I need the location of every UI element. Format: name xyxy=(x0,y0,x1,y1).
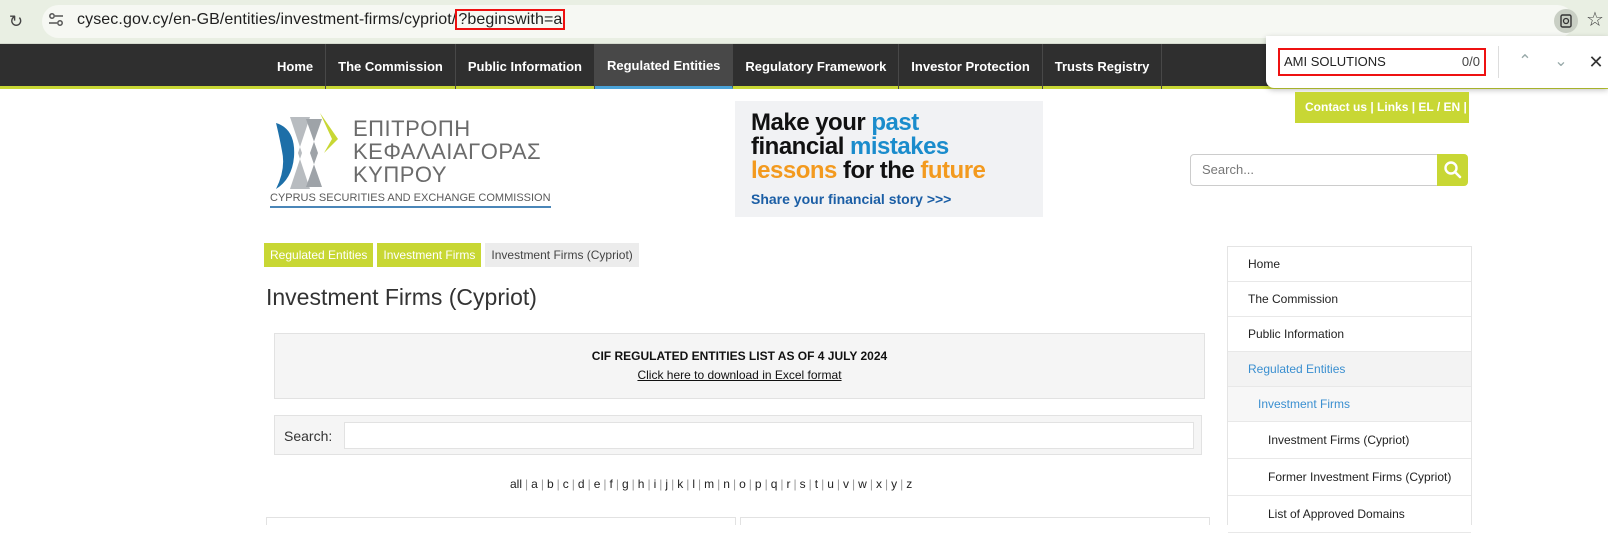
banner-line-3: lessons for the future xyxy=(751,157,986,184)
url-text[interactable]: cysec.gov.cy/en-GB/entities/investment-f… xyxy=(77,9,566,30)
sidebar-item-home[interactable]: Home xyxy=(1228,247,1471,282)
sidebar-item-investment-firms-cypriot[interactable]: Investment Firms (Cypriot) xyxy=(1228,422,1471,459)
alpha-link[interactable]: u xyxy=(827,477,834,491)
alpha-link[interactable]: g xyxy=(622,477,629,491)
contact-links[interactable]: Contact us | Links | EL / EN | xyxy=(1295,92,1469,123)
find-match-count: 0/0 xyxy=(1461,54,1480,69)
close-icon[interactable]: ✕ xyxy=(1584,50,1608,74)
excel-download-link[interactable]: Click here to download in Excel format xyxy=(637,368,841,382)
alpha-link[interactable]: z xyxy=(906,477,912,491)
financial-story-banner[interactable]: Make your past financial mistakes lesson… xyxy=(735,101,1043,217)
page-title: Investment Firms (Cypriot) xyxy=(266,284,537,310)
breadcrumb-current: Investment Firms (Cypriot) xyxy=(485,243,639,267)
find-next-icon[interactable]: ⌄ xyxy=(1549,50,1573,74)
table-search-input[interactable] xyxy=(344,422,1194,449)
find-input[interactable]: AMI SOLUTIONS 0/0 xyxy=(1278,48,1486,76)
banner-line-2: financial mistakes xyxy=(751,133,949,160)
find-query: AMI SOLUTIONS xyxy=(1284,54,1386,69)
alpha-link[interactable]: w xyxy=(858,477,867,491)
search-icon xyxy=(1444,161,1462,179)
alpha-link[interactable]: c xyxy=(563,477,569,491)
find-previous-icon[interactable]: ⌃ xyxy=(1513,50,1537,74)
logo-greek-text: ΕΠΙΤΡΟΠΗ ΚΕΦΑΛΑΙΑΓΟΡΑΣ ΚΥΠΡΟΥ xyxy=(353,116,542,187)
banner-line-1: Make your past xyxy=(751,109,919,136)
alpha-link[interactable]: s xyxy=(800,477,806,491)
main-nav: Home The Commission Public Information R… xyxy=(265,44,1163,89)
alpha-link[interactable]: n xyxy=(723,477,730,491)
breadcrumb: Regulated Entities Investment Firms Inve… xyxy=(264,243,639,267)
cif-list-title: CIF REGULATED ENTITIES LIST AS OF 4 JULY… xyxy=(591,349,888,363)
alpha-link-all[interactable]: all xyxy=(510,477,522,491)
table-search-label: Search: xyxy=(284,428,333,444)
nav-regulated-entities[interactable]: Regulated Entities xyxy=(595,44,734,89)
cysec-emblem-icon xyxy=(276,113,338,189)
sidebar-item-investment-firms[interactable]: Investment Firms xyxy=(1228,387,1471,422)
alphabet-filter: all | a | b | c | d | e | f | g | h | i | j | k | l | m | n | o | p | q | r |… xyxy=(510,477,913,491)
bookmark-star-icon[interactable]: ☆ xyxy=(1586,8,1604,32)
results-column-right xyxy=(740,517,1210,525)
reload-icon[interactable]: ↻ xyxy=(5,11,27,33)
alpha-link[interactable]: r xyxy=(787,477,791,491)
cysec-logo[interactable]: ΕΠΙΤΡΟΠΗ ΚΕΦΑΛΑΙΑΓΟΡΑΣ ΚΥΠΡΟΥ CYPRUS SEC… xyxy=(268,109,551,209)
alpha-link[interactable]: d xyxy=(578,477,585,491)
nav-trusts-registry[interactable]: Trusts Registry xyxy=(1043,44,1163,89)
alpha-link[interactable]: m xyxy=(704,477,714,491)
alpha-link[interactable]: p xyxy=(755,477,762,491)
sidebar-item-public-information[interactable]: Public Information xyxy=(1228,317,1471,352)
banner-cta: Share your financial story >>> xyxy=(751,191,952,207)
search-button[interactable] xyxy=(1437,154,1468,186)
nav-public-information[interactable]: Public Information xyxy=(456,44,595,89)
nav-investor-protection[interactable]: Investor Protection xyxy=(899,44,1043,89)
nav-regulatory-framework[interactable]: Regulatory Framework xyxy=(733,44,900,89)
find-bar: AMI SOLUTIONS 0/0 ⌃ ⌄ ✕ xyxy=(1266,36,1608,88)
alpha-link[interactable]: a xyxy=(531,477,538,491)
sidebar-menu: Home The Commission Public Information R… xyxy=(1227,246,1472,533)
sidebar-item-regulated-entities[interactable]: Regulated Entities xyxy=(1228,352,1471,387)
url-path: cysec.gov.cy/en-GB/entities/investment-f… xyxy=(77,11,457,28)
find-divider xyxy=(1498,46,1499,78)
sidebar-item-the-commission[interactable]: The Commission xyxy=(1228,282,1471,317)
logo-english-text: CYPRUS SECURITIES AND EXCHANGE COMMISSIO… xyxy=(270,192,551,208)
sidebar-item-former-investment-firms[interactable]: Former Investment Firms (Cypriot) xyxy=(1228,459,1471,496)
breadcrumb-investment-firms[interactable]: Investment Firms xyxy=(377,243,482,267)
sidebar-item-approved-domains[interactable]: List of Approved Domains xyxy=(1228,496,1471,533)
url-query-highlight: ?beginswith=a xyxy=(455,9,566,30)
lens-search-icon[interactable] xyxy=(1554,9,1578,33)
nav-home[interactable]: Home xyxy=(265,44,327,89)
site-info-icon[interactable] xyxy=(47,12,67,30)
breadcrumb-regulated-entities[interactable]: Regulated Entities xyxy=(264,243,374,267)
alpha-link[interactable]: o xyxy=(739,477,746,491)
site-search-input[interactable]: Search... xyxy=(1190,154,1438,186)
results-column-left xyxy=(266,517,736,525)
nav-the-commission[interactable]: The Commission xyxy=(326,44,456,89)
alpha-link[interactable]: b xyxy=(547,477,554,491)
cif-list-box: CIF REGULATED ENTITIES LIST AS OF 4 JULY… xyxy=(274,333,1205,399)
table-search-row: Search: xyxy=(274,415,1202,455)
